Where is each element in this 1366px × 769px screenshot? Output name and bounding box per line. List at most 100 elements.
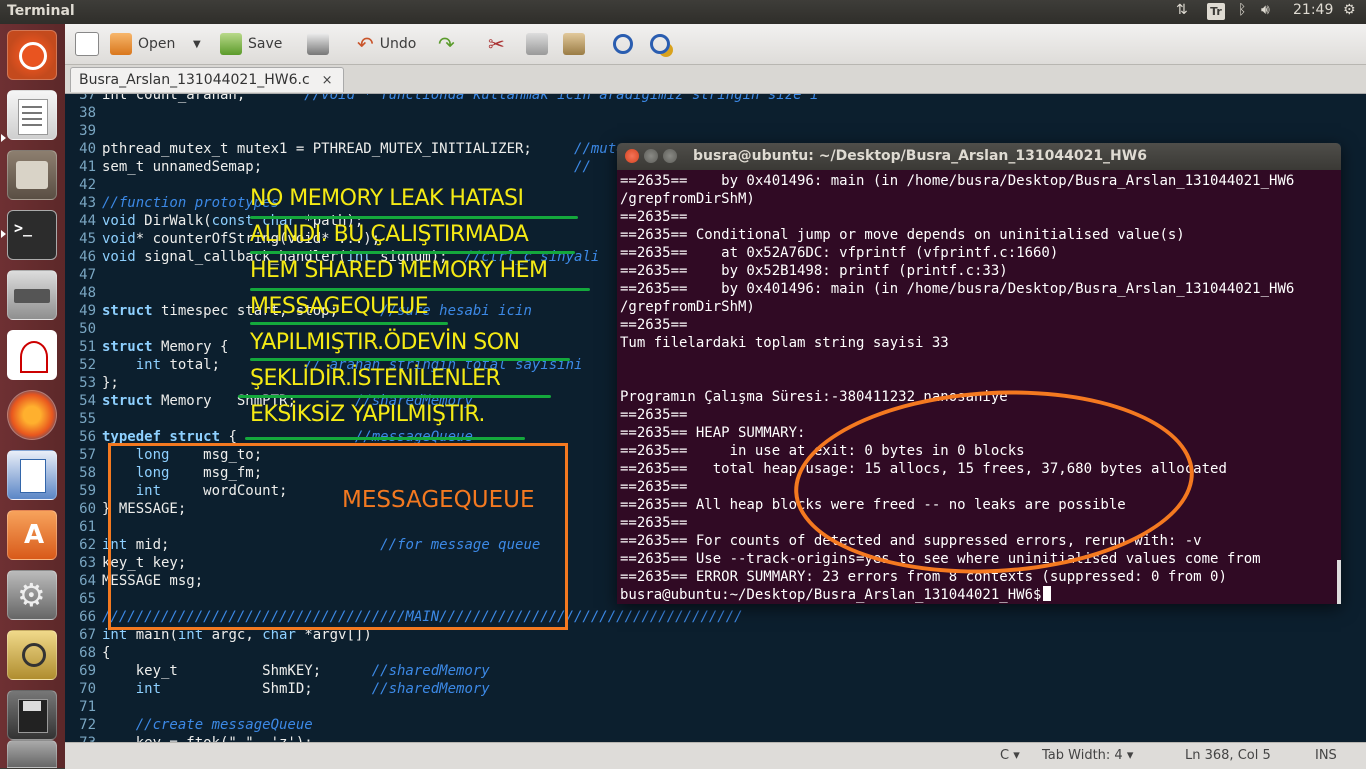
code-line: 47 bbox=[65, 266, 102, 284]
code-token: void bbox=[102, 249, 136, 265]
code-line: 72 //create messageQueue bbox=[65, 716, 313, 734]
undo-button[interactable]: ↶ Undo bbox=[357, 30, 416, 58]
code-token: void bbox=[102, 231, 136, 247]
save-icon bbox=[220, 33, 242, 55]
search-button[interactable] bbox=[613, 30, 633, 58]
document-viewer-icon[interactable] bbox=[7, 330, 57, 380]
note-underline bbox=[250, 216, 578, 219]
language-selector[interactable]: C ▾ bbox=[1000, 748, 1020, 763]
open-button[interactable]: Open bbox=[110, 30, 175, 58]
paste-icon bbox=[563, 33, 585, 55]
tab-width-selector[interactable]: Tab Width: 4 ▾ bbox=[1042, 748, 1133, 763]
code-line: 39 bbox=[65, 122, 102, 140]
cut-button[interactable]: ✂ bbox=[488, 30, 505, 58]
line-number: 64 bbox=[79, 573, 96, 589]
line-number: 69 bbox=[79, 663, 96, 679]
line-number: 43 bbox=[79, 195, 96, 211]
code-token: { bbox=[102, 645, 111, 661]
code-token: //create messageQueue bbox=[135, 717, 313, 733]
document-tab-label: Busra_Arslan_131044021_HW6.c bbox=[79, 72, 310, 88]
line-number: 62 bbox=[79, 537, 96, 553]
redo-button[interactable]: ↷ bbox=[438, 30, 455, 58]
close-icon[interactable] bbox=[625, 149, 639, 163]
code-line: 41 sem_t unnamedSemap; // bbox=[65, 158, 591, 176]
clock[interactable]: 21:49 bbox=[1293, 2, 1333, 18]
volume-icon[interactable]: 🔊︎ bbox=[1261, 2, 1270, 18]
maximize-icon[interactable] bbox=[663, 149, 677, 163]
save-floppy-icon[interactable] bbox=[7, 690, 57, 740]
note-underline bbox=[250, 322, 448, 325]
line-number: 57 bbox=[79, 447, 96, 463]
paste-button[interactable] bbox=[563, 30, 591, 58]
image-viewer-icon[interactable] bbox=[7, 630, 57, 680]
bluetooth-icon[interactable]: ᛒ bbox=[1238, 2, 1246, 18]
note-underline bbox=[245, 437, 525, 440]
line-number: 54 bbox=[79, 393, 96, 409]
system-settings-icon[interactable]: ⚙ bbox=[7, 570, 57, 620]
firefox-icon[interactable] bbox=[7, 390, 57, 440]
trash-icon[interactable] bbox=[7, 740, 57, 768]
note-underline bbox=[238, 395, 551, 398]
terminal-line: ==2635== at 0x52A76DC: vfprintf (vfprint… bbox=[620, 245, 1059, 261]
code-token: void bbox=[102, 213, 136, 229]
code-line: 48 bbox=[65, 284, 102, 302]
ubuntu-dash-icon[interactable] bbox=[7, 30, 57, 80]
software-center-icon[interactable]: A bbox=[7, 510, 57, 560]
code-line: 71 bbox=[65, 698, 102, 716]
terminal-line: ==2635== HEAP SUMMARY: bbox=[620, 425, 806, 441]
terminal-line: ==2635== bbox=[620, 209, 688, 225]
code-token: DirWalk( bbox=[135, 213, 212, 229]
line-number: 42 bbox=[79, 177, 96, 193]
line-number: 44 bbox=[79, 213, 96, 229]
line-number: 46 bbox=[79, 249, 96, 265]
code-token: int bbox=[135, 357, 162, 373]
code-token: //sharedMemory bbox=[371, 681, 490, 697]
line-number: 68 bbox=[79, 645, 96, 661]
line-number: 58 bbox=[79, 465, 96, 481]
line-number: 49 bbox=[79, 303, 96, 319]
new-document-button[interactable] bbox=[75, 30, 105, 58]
save-button[interactable]: Save bbox=[220, 30, 282, 58]
copy-button[interactable] bbox=[526, 30, 554, 58]
terminal-scrollbar[interactable] bbox=[1337, 560, 1341, 604]
line-number: 37 bbox=[79, 94, 96, 103]
line-number: 59 bbox=[79, 483, 96, 499]
terminal-titlebar[interactable]: busra@ubuntu: ~/Desktop/Busra_Arslan_131… bbox=[617, 143, 1341, 170]
terminal-line: ==2635== ERROR SUMMARY: 23 errors from 8… bbox=[620, 569, 1227, 585]
note-line: ALINDI. BU ÇALIŞTIRMADA bbox=[250, 222, 529, 247]
print-button[interactable] bbox=[307, 30, 335, 58]
terminal-prompt: busra@ubuntu:~/Desktop/Busra_Arslan_1310… bbox=[620, 586, 1052, 604]
code-line: 38 bbox=[65, 104, 102, 122]
network-updown-icon[interactable]: ⇅ bbox=[1176, 2, 1188, 18]
recent-files-dropdown[interactable]: ▼ bbox=[193, 30, 201, 58]
terminal-line: ==2635== by 0x401496: main (in /home/bus… bbox=[620, 281, 1295, 297]
terminal-line: /grepfromDirShM) bbox=[620, 299, 755, 315]
scanner-icon[interactable] bbox=[7, 270, 57, 320]
code-line: 53}; bbox=[65, 374, 119, 392]
code-line: 65 bbox=[65, 590, 102, 608]
writer-icon[interactable] bbox=[7, 450, 57, 500]
app-title: Terminal bbox=[7, 3, 75, 19]
code-token: pthread_mutex_t mutex1 = PTHREAD_MUTEX_I… bbox=[102, 141, 575, 157]
code-token: ShmID; bbox=[161, 681, 372, 697]
terminal-line: ==2635== bbox=[620, 317, 688, 333]
note-line: NO MEMORY LEAK HATASI bbox=[250, 186, 524, 211]
power-gear-icon[interactable]: ⚙ bbox=[1343, 2, 1356, 18]
file-manager-icon[interactable] bbox=[7, 150, 57, 200]
scissors-icon: ✂ bbox=[488, 32, 505, 56]
minimize-icon[interactable] bbox=[644, 149, 658, 163]
replace-button[interactable] bbox=[650, 30, 670, 58]
terminal-line: ==2635== bbox=[620, 515, 688, 531]
close-icon[interactable]: × bbox=[322, 73, 333, 88]
note-line: ŞEKLİDİR.İSTENİLENLER bbox=[250, 366, 501, 391]
code-token: //void * functionda kullanmak icin aradi… bbox=[304, 94, 819, 103]
note-line: HEM SHARED MEMORY HEM bbox=[250, 258, 548, 283]
terminal-icon[interactable]: >_ bbox=[7, 210, 57, 260]
code-token: struct bbox=[102, 393, 153, 409]
line-number: 63 bbox=[79, 555, 96, 571]
document-tab[interactable]: Busra_Arslan_131044021_HW6.c × bbox=[70, 67, 344, 92]
line-number: 41 bbox=[79, 159, 96, 175]
note-line: MESSAGEQUEUE bbox=[250, 294, 429, 319]
keyboard-layout-icon[interactable]: Tr bbox=[1207, 3, 1225, 20]
text-editor-icon[interactable] bbox=[7, 90, 57, 140]
